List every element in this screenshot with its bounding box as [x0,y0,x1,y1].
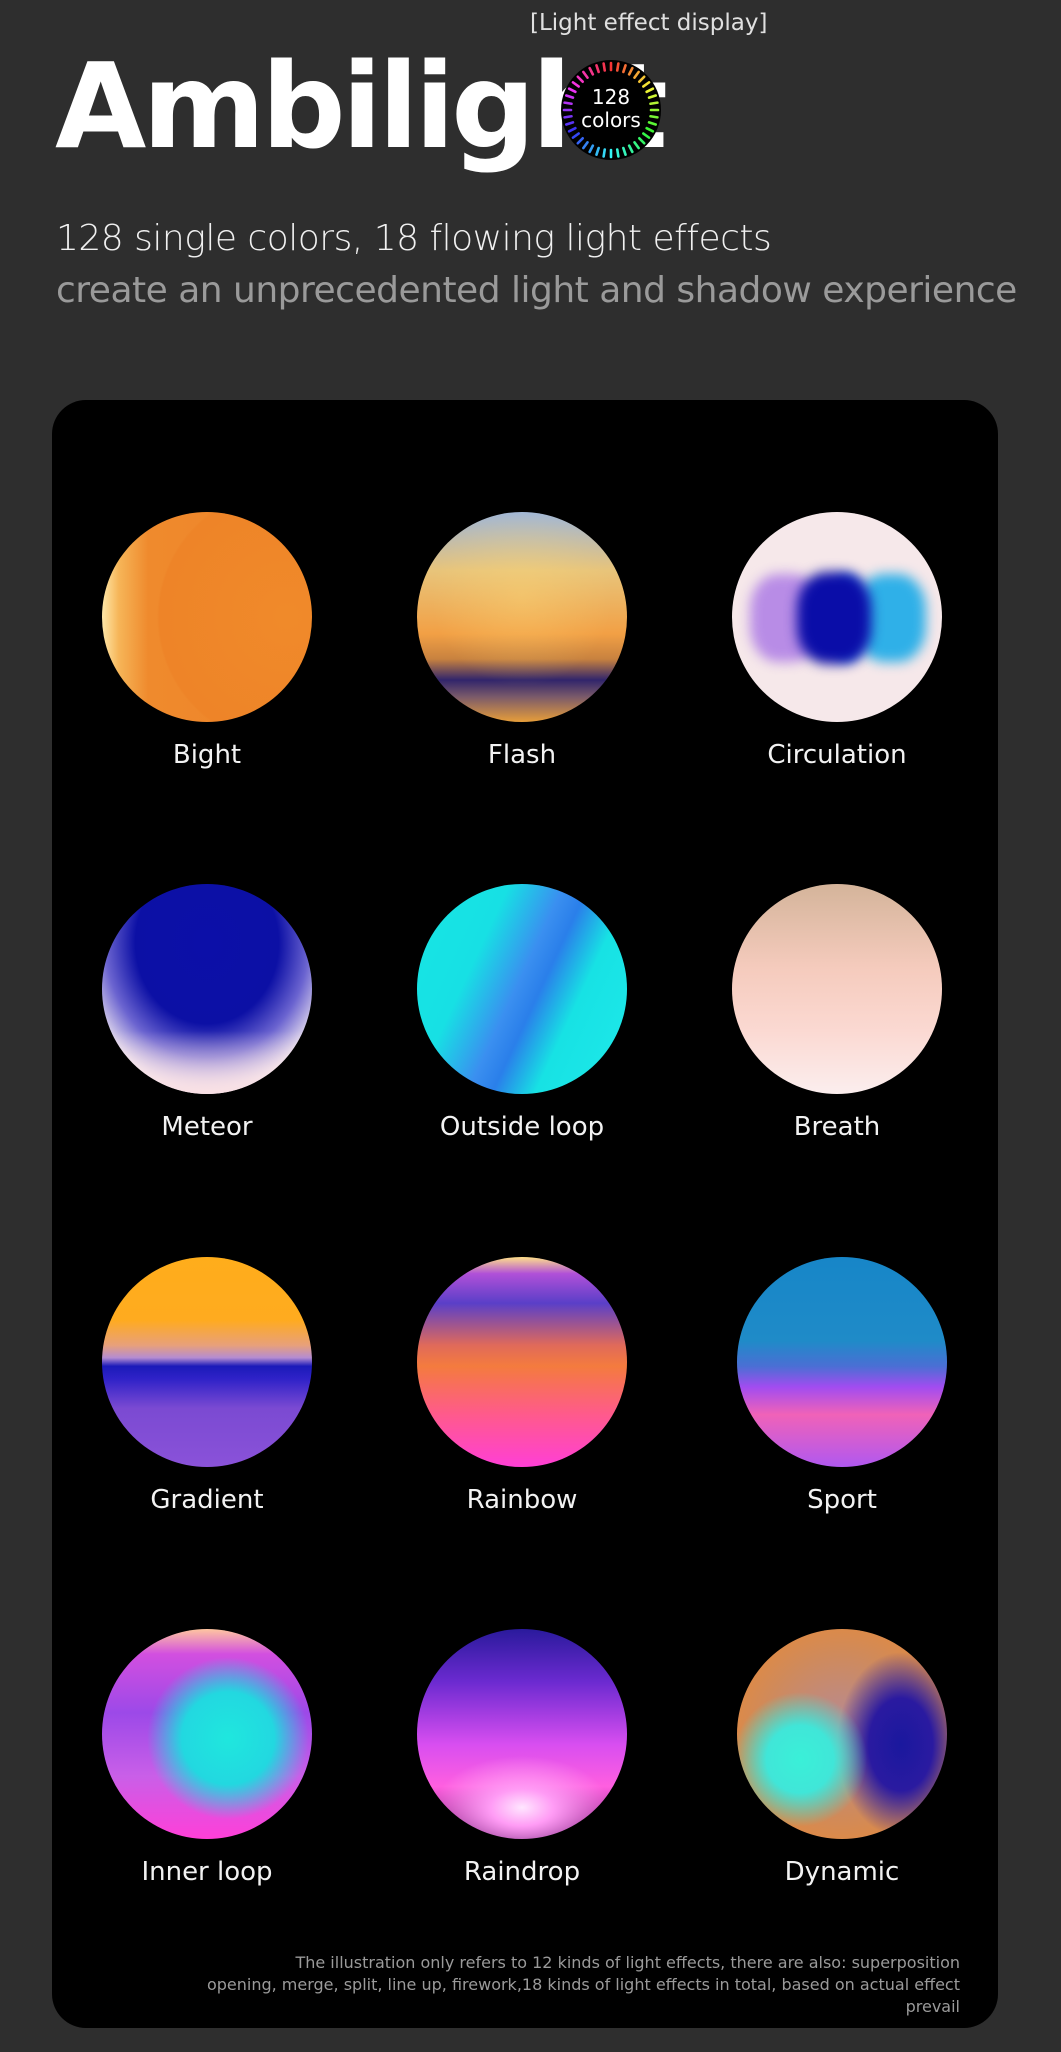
effect-gradient: Gradient [57,1257,357,1515]
effect-raindrop: Raindrop [372,1629,672,1887]
effects-panel: Bight Flash Circulation Meteor Outside l… [52,400,998,2028]
meteor-orb [102,884,312,1094]
dynamic-orb [737,1629,947,1839]
subtitle-primary: 128 single colors, 18 flowing light effe… [56,218,772,259]
colors-badge: 128 colors [561,60,661,160]
effect-label: Raindrop [463,1857,581,1887]
badge-number: 128 [591,85,631,109]
effect-label: Meteor [161,1112,253,1142]
effect-label: Sport [807,1485,877,1515]
gradient-orb [102,1257,312,1467]
effect-outside-loop: Outside loop [372,884,672,1142]
effect-breath: Breath [687,884,987,1142]
effect-label: Dynamic [784,1857,900,1887]
circulation-orb [732,512,942,722]
effect-circulation: Circulation [687,512,987,770]
effect-dynamic: Dynamic [692,1629,992,1887]
effect-rainbow: Rainbow [372,1257,672,1515]
outside-loop-orb [417,884,627,1094]
effect-label: Circulation [767,740,907,770]
effect-label: Bight [172,740,242,770]
footnote-line: opening, merge, split, line up, firework… [206,1975,960,2016]
effect-bight: Bight [57,512,357,770]
inner-loop-orb [102,1629,312,1839]
badge-unit: colors [581,108,641,132]
rainbow-orb [417,1257,627,1467]
sport-orb [737,1257,947,1467]
effect-label: Gradient [150,1485,264,1515]
effect-label: Outside loop [439,1112,605,1142]
bight-orb [102,512,312,722]
effect-label: Rainbow [466,1485,578,1515]
raindrop-orb [417,1629,627,1839]
subtitle-secondary: create an unprecedented light and shadow… [56,270,1017,311]
section-tag: [Light effect display] [530,10,768,36]
breath-orb [732,884,942,1094]
effect-inner-loop: Inner loop [57,1629,357,1887]
flash-orb [417,512,627,722]
effect-label: Breath [793,1112,881,1142]
effect-label: Flash [487,740,557,770]
footnote-line: The illustration only refers to 12 kinds… [295,1953,960,1972]
effect-label: Inner loop [141,1857,273,1887]
footnote: The illustration only refers to 12 kinds… [180,1952,960,2018]
effect-meteor: Meteor [57,884,357,1142]
effect-flash: Flash [372,512,672,770]
effect-sport: Sport [692,1257,992,1515]
